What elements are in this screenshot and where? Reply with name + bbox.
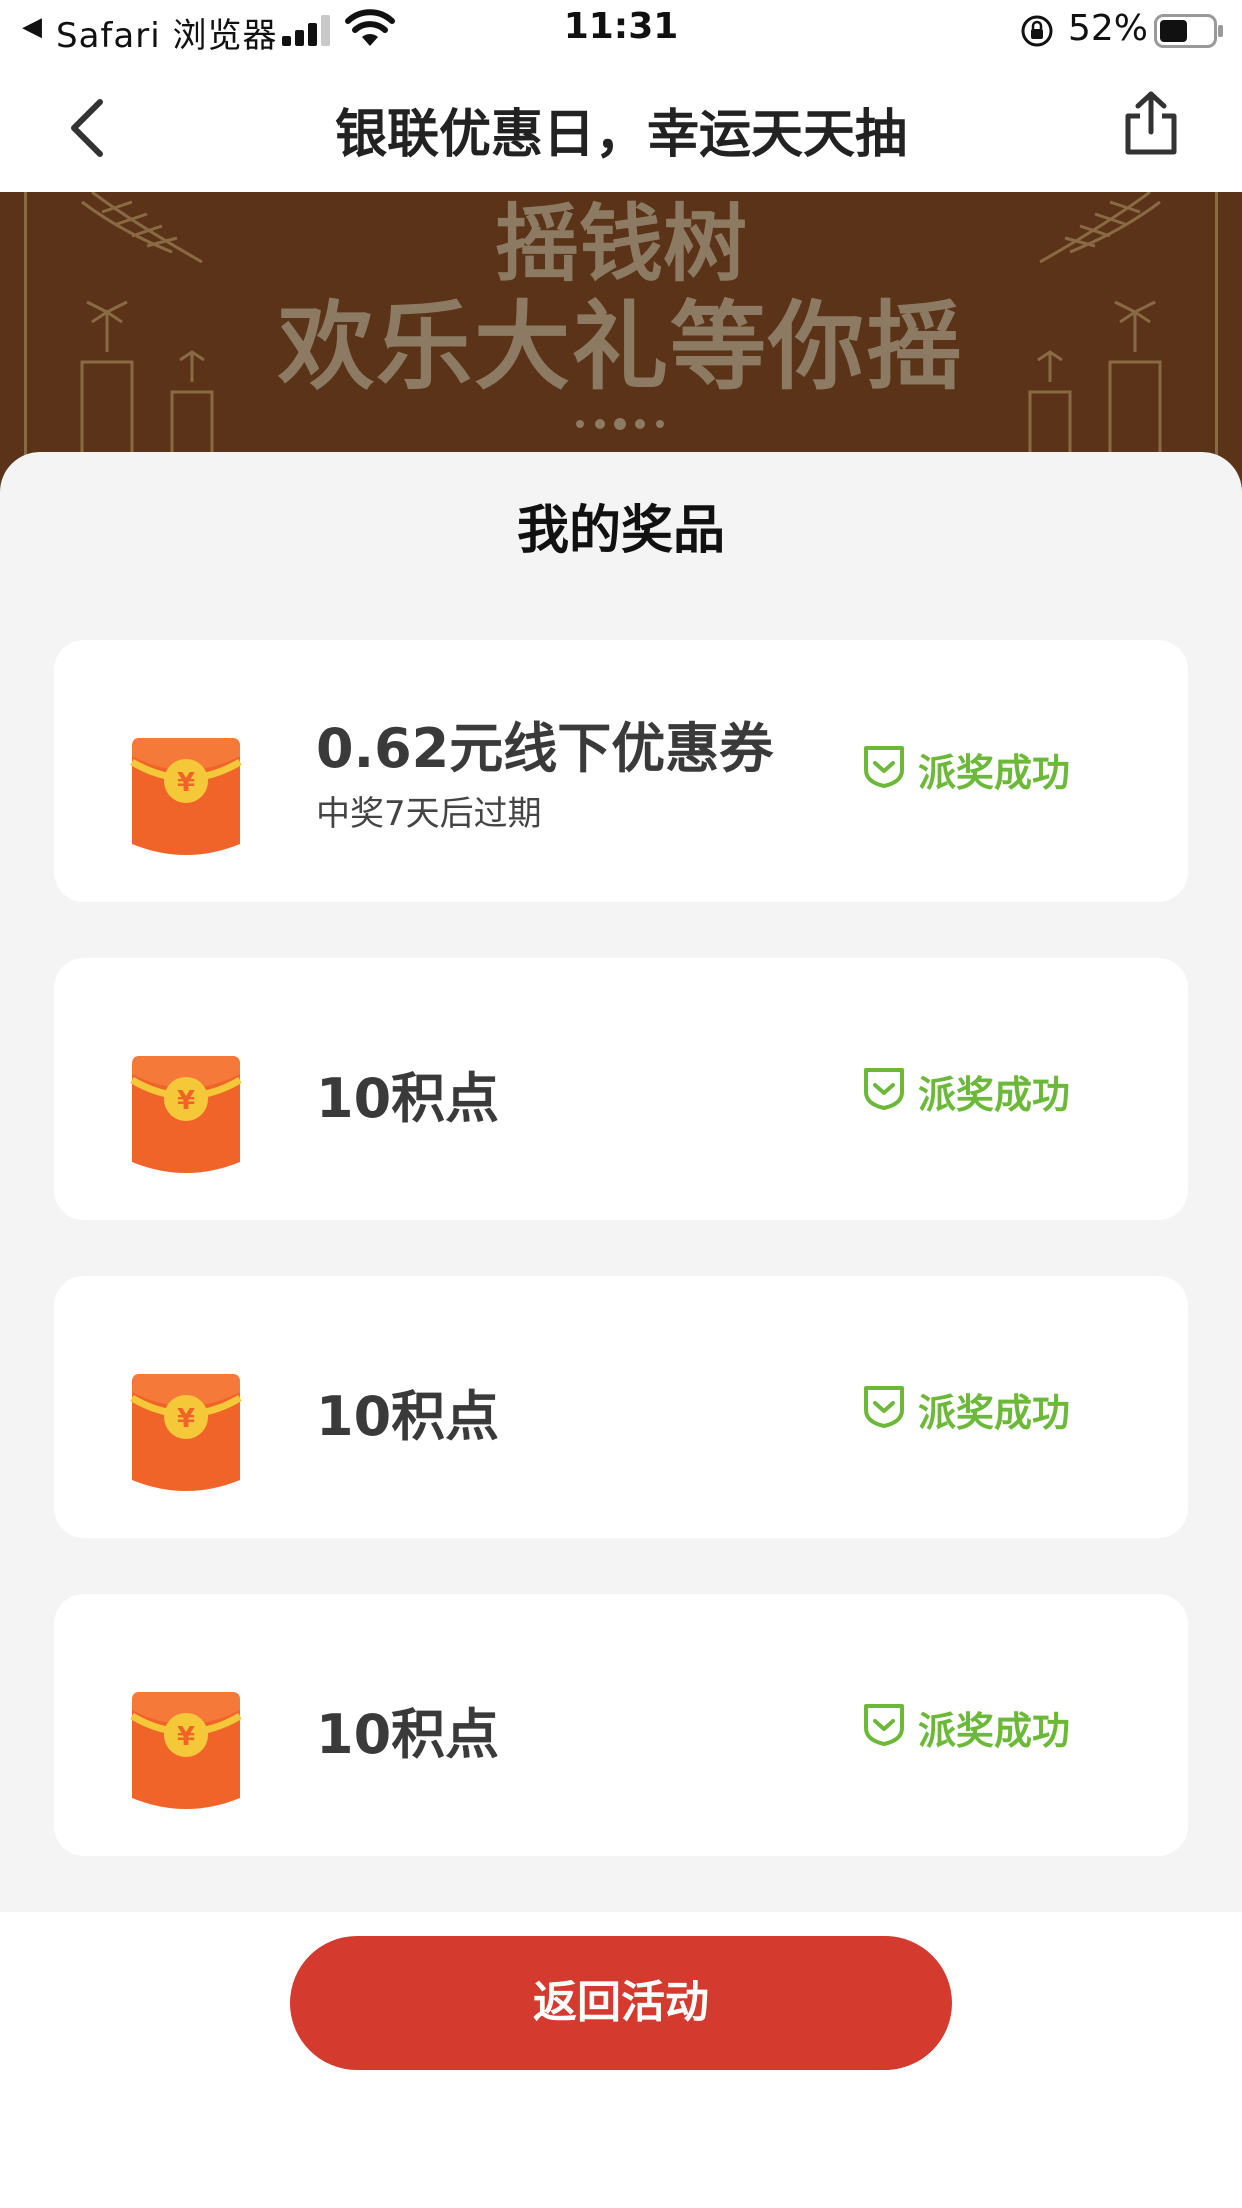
status-label: 派奖成功 <box>918 1391 1071 1435</box>
share-icon[interactable] <box>1122 90 1180 156</box>
shield-check-icon <box>864 1386 904 1428</box>
status-label: 派奖成功 <box>918 1709 1071 1753</box>
shield-check-icon <box>864 1068 904 1110</box>
navigation-bar: 银联优惠日，幸运天天抽 <box>0 64 1242 192</box>
clock: 11:31 <box>563 6 679 47</box>
prize-card[interactable]: ¥ 10积点 派奖成功 <box>54 958 1188 1220</box>
my-prizes-panel: 我的奖品 ¥ 0.62元线下优惠券 中奖7天后过期 派奖成功 ¥ 10积点 派奖… <box>0 452 1242 1912</box>
prize-name: 0.62元线下优惠券 <box>316 717 774 780</box>
svg-text:¥: ¥ <box>177 1404 195 1434</box>
prize-card[interactable]: ¥ 10积点 派奖成功 <box>54 1594 1188 1856</box>
event-banner: 摇钱树 欢乐大礼等你摇 <box>0 192 1242 492</box>
bottom-action-area: 返回活动 <box>0 1912 1242 2208</box>
red-envelope-icon: ¥ <box>130 1374 242 1491</box>
banner-subheadline: 欢乐大礼等你摇 <box>278 291 964 403</box>
prize-card[interactable]: ¥ 10积点 派奖成功 <box>54 1276 1188 1538</box>
return-to-activity-button[interactable]: 返回活动 <box>290 1936 952 2070</box>
prize-card[interactable]: ¥ 0.62元线下优惠券 中奖7天后过期 派奖成功 <box>54 640 1188 902</box>
shield-check-icon <box>864 746 904 788</box>
svg-text:¥: ¥ <box>177 1722 195 1752</box>
status-bar: ◀ Safari 浏览器 11:31 52% <box>0 0 1242 64</box>
svg-text:¥: ¥ <box>177 1086 195 1116</box>
panel-title: 我的奖品 <box>516 501 725 561</box>
battery-percentage: 52% <box>1068 8 1149 49</box>
status-label: 派奖成功 <box>918 1073 1071 1117</box>
prize-expiry: 中奖7天后过期 <box>316 794 542 834</box>
svg-text:¥: ¥ <box>177 768 195 798</box>
red-envelope-icon: ¥ <box>130 1692 242 1809</box>
prize-name: 10积点 <box>316 1067 500 1130</box>
dots-decoration-icon <box>576 418 664 430</box>
status-label: 派奖成功 <box>918 751 1071 795</box>
orientation-lock-icon <box>1021 15 1053 47</box>
red-envelope-icon: ¥ <box>130 1056 242 1173</box>
prize-name: 10积点 <box>316 1385 500 1448</box>
banner-headline: 摇钱树 <box>494 195 747 293</box>
prize-name: 10积点 <box>316 1703 500 1766</box>
battery-icon <box>1154 14 1223 48</box>
red-envelope-icon: ¥ <box>130 738 242 855</box>
shield-check-icon <box>864 1704 904 1746</box>
page-title: 银联优惠日，幸运天天抽 <box>334 105 907 165</box>
